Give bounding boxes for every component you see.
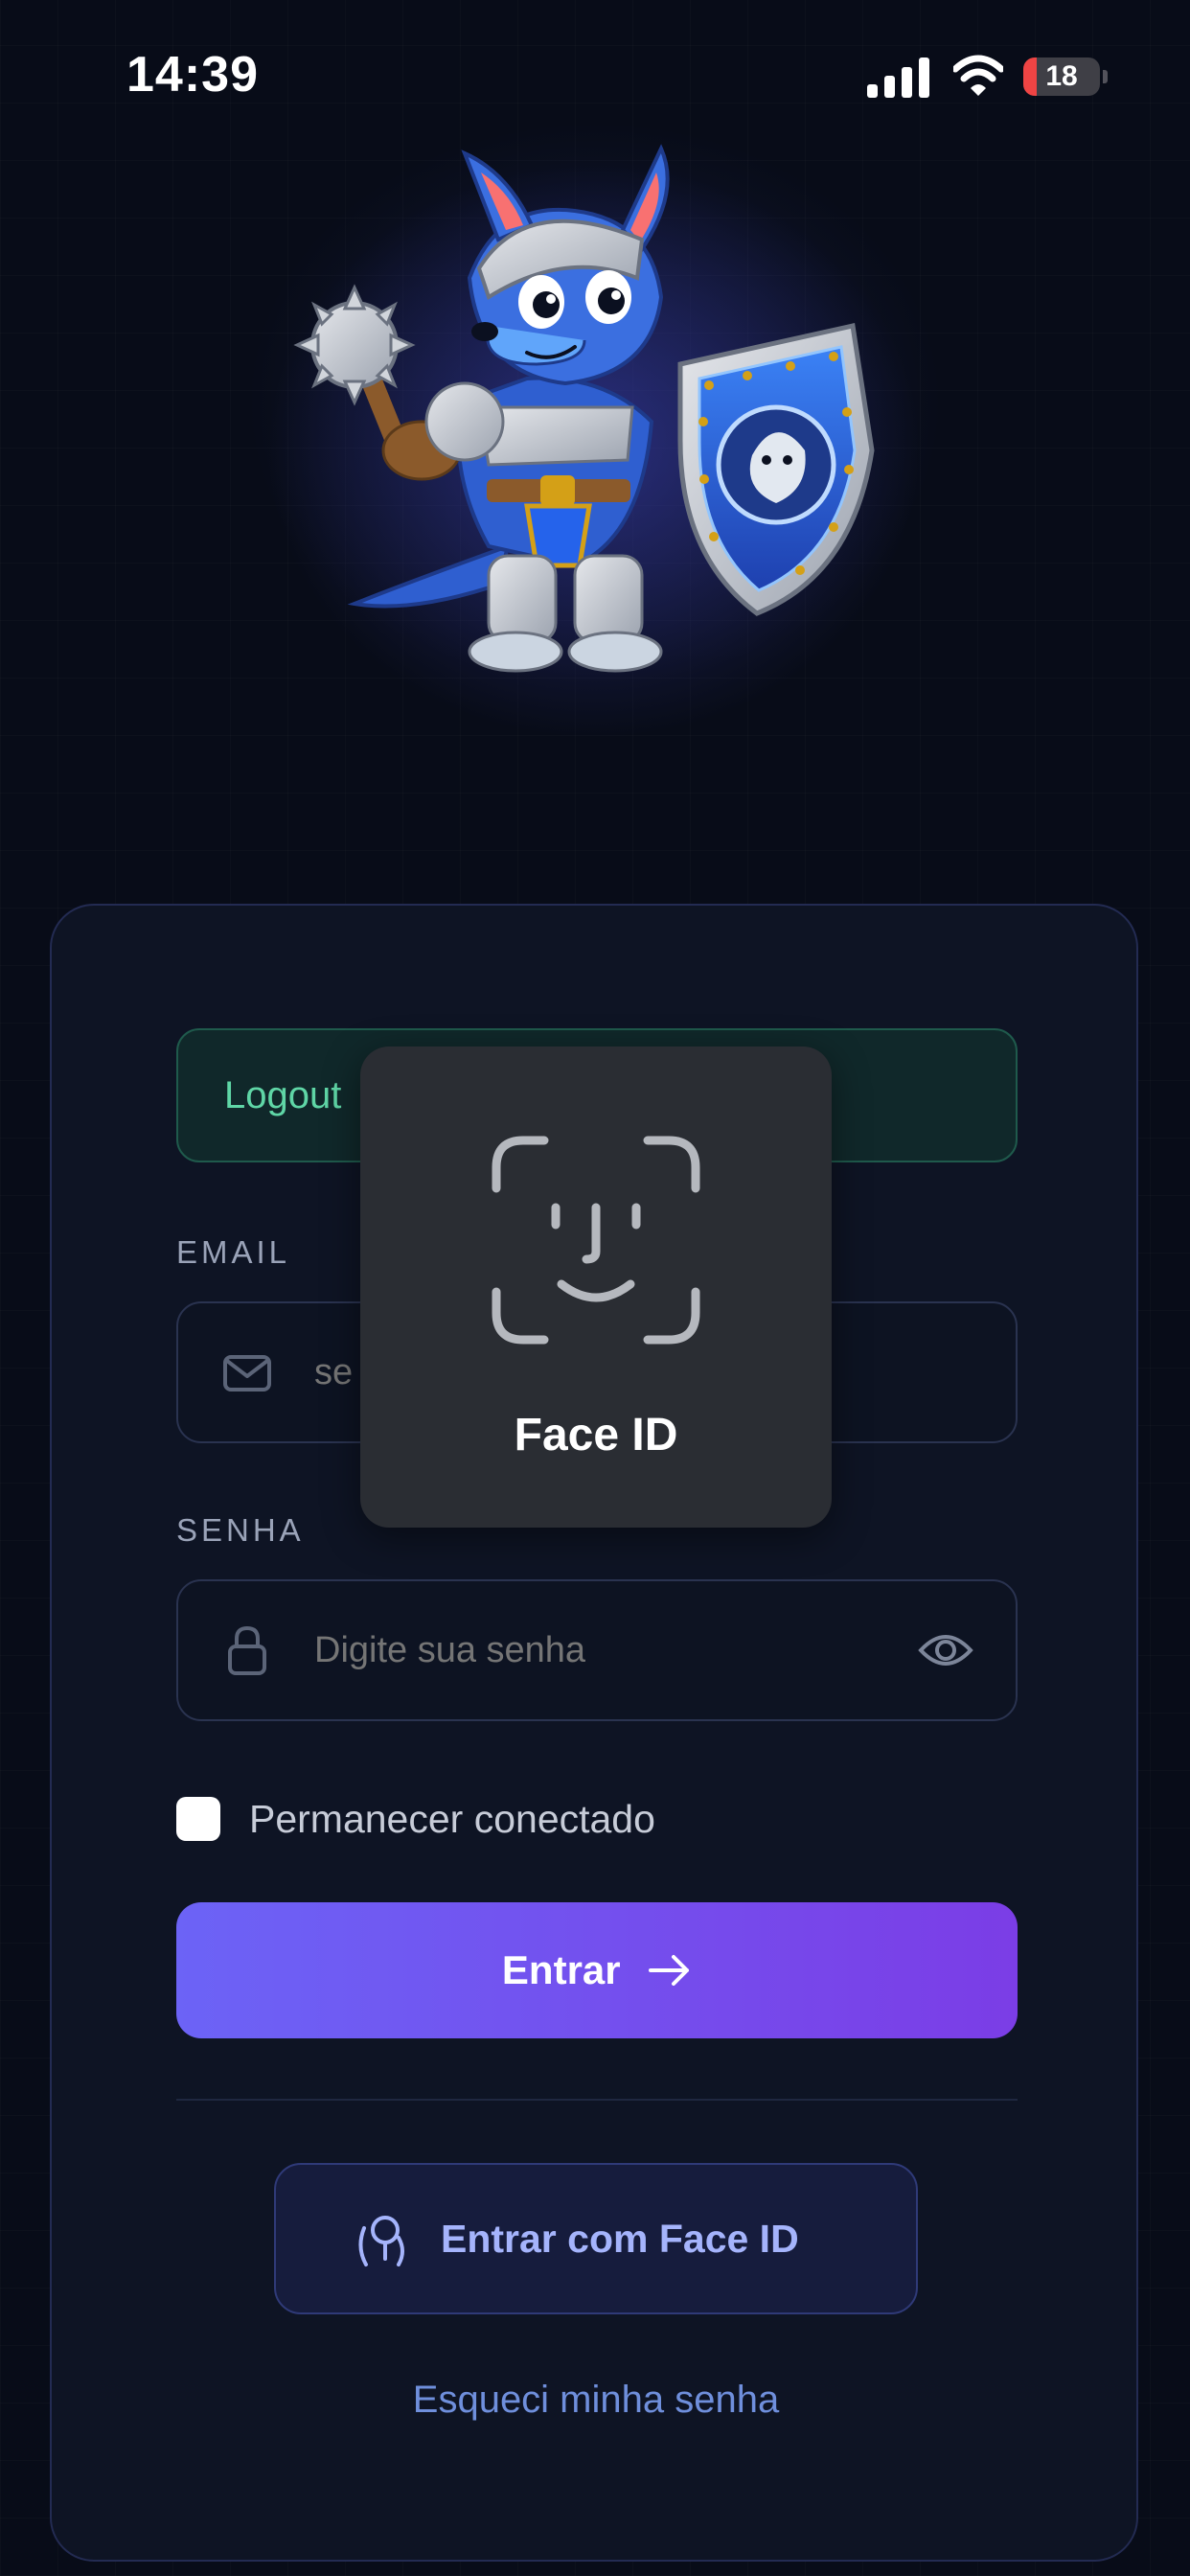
face-scan-icon bbox=[358, 2216, 404, 2266]
battery-percent: 18 bbox=[1045, 60, 1078, 92]
login-button[interactable]: Entrar bbox=[176, 1902, 1018, 2038]
password-label: SENHA bbox=[176, 1512, 305, 1548]
wifi-icon bbox=[953, 55, 1003, 96]
divider bbox=[176, 2099, 1018, 2101]
login-screen: 14:39 18 Logout EMAIL se SENHA Permanece… bbox=[0, 0, 1190, 2576]
eye-icon[interactable] bbox=[918, 1627, 973, 1673]
mail-icon bbox=[223, 1355, 271, 1392]
status-time: 14:39 bbox=[126, 47, 259, 103]
lock-icon bbox=[228, 1625, 266, 1675]
login-button-label: Entrar bbox=[501, 1947, 621, 1992]
email-label: EMAIL bbox=[176, 1234, 291, 1270]
cellular-signal-icon bbox=[867, 58, 929, 98]
forgot-password-link[interactable]: Esqueci minha senha bbox=[52, 2379, 1140, 2422]
face-id-overlay-label: Face ID bbox=[514, 1410, 678, 1460]
battery-tip bbox=[1103, 70, 1108, 83]
remember-checkbox[interactable] bbox=[176, 1797, 220, 1841]
remember-label[interactable]: Permanecer conectado bbox=[249, 1789, 655, 1849]
face-id-icon bbox=[492, 1136, 700, 1345]
battery-body: 18 bbox=[1023, 58, 1100, 96]
face-id-login-button[interactable]: Entrar com Face ID bbox=[274, 2163, 918, 2314]
battery-icon: 18 bbox=[1023, 58, 1108, 96]
password-field[interactable] bbox=[176, 1579, 1018, 1721]
armadillo-knight-mascot bbox=[268, 144, 920, 738]
password-input[interactable] bbox=[314, 1581, 910, 1719]
arrow-right-icon bbox=[649, 1955, 690, 1986]
face-id-system-overlay: Face ID bbox=[360, 1046, 832, 1528]
alert-message: Logout bbox=[224, 1074, 342, 1116]
face-id-button-label: Entrar com Face ID bbox=[441, 2217, 799, 2261]
login-button-content: Entrar bbox=[176, 1902, 1018, 2038]
